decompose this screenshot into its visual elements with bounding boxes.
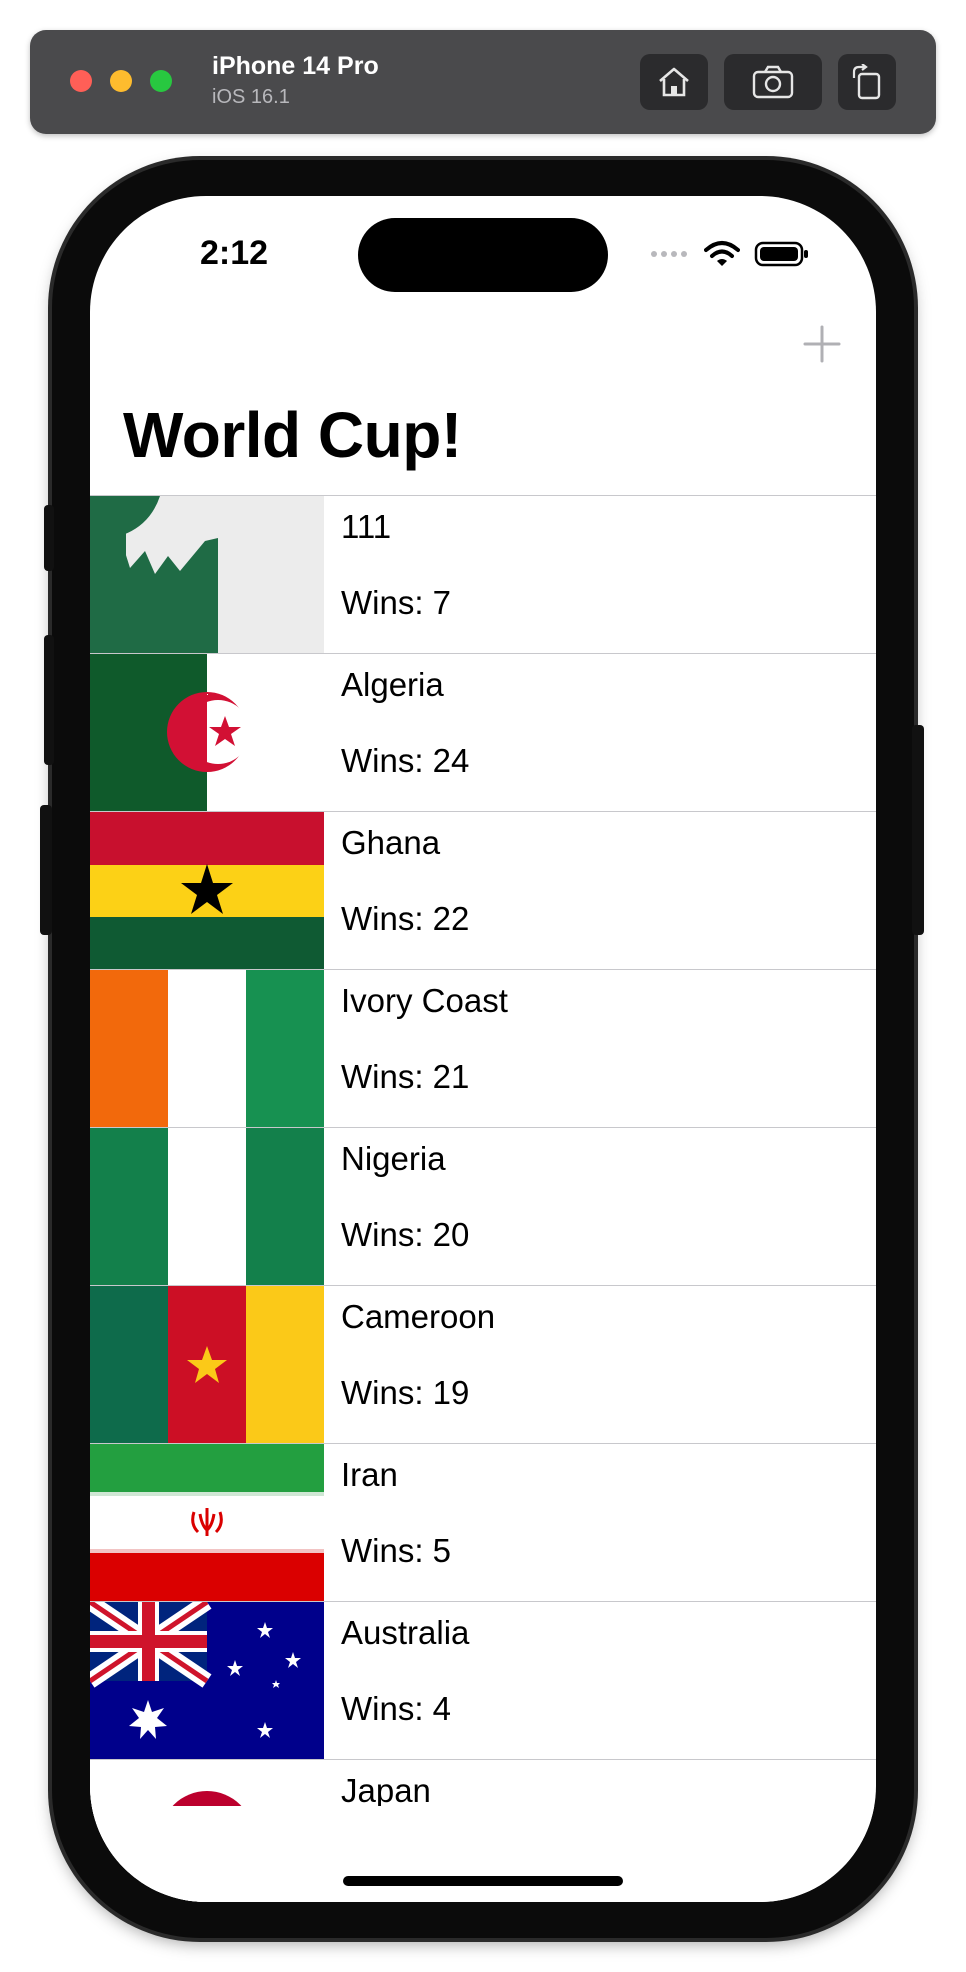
- team-name: Japan: [341, 1772, 431, 1809]
- signal-icon: [651, 251, 687, 257]
- home-button[interactable]: [640, 54, 708, 110]
- screenshot-icon: [752, 65, 794, 99]
- team-wins: Wins: 5: [341, 1532, 452, 1569]
- team-name: Cameroon: [341, 1298, 496, 1335]
- team-name: 111: [341, 508, 392, 545]
- team-wins: Wins: 19: [341, 1374, 470, 1411]
- volume-up-button: [44, 635, 54, 765]
- team-wins: Wins: 24: [341, 742, 470, 779]
- power-button: [912, 725, 924, 935]
- team-row[interactable]: 111 Wins: 7: [90, 496, 876, 654]
- team-wins: Wins: 4: [341, 1690, 452, 1727]
- rotate-button[interactable]: [838, 54, 896, 110]
- team-row[interactable]: Algeria Wins: 24: [90, 654, 876, 812]
- home-icon: [659, 67, 689, 97]
- team-list: 111 Wins: 7 Algeria Wins: 24 Ghana Wins:…: [90, 495, 876, 1902]
- flag-image: [90, 1602, 324, 1759]
- simulator-device-name: iPhone 14 Pro: [212, 52, 379, 80]
- team-wins: Wins: 20: [341, 1216, 470, 1253]
- team-wins: Wins: 22: [341, 900, 470, 937]
- page-title: World Cup!: [123, 399, 462, 471]
- action-button: [44, 505, 54, 571]
- wifi-icon: [704, 241, 740, 266]
- home-indicator-bar: [343, 1876, 623, 1886]
- team-row[interactable]: Nigeria Wins: 20: [90, 1128, 876, 1286]
- zoom-window-button[interactable]: [150, 70, 172, 92]
- plus-icon[interactable]: [802, 324, 842, 364]
- team-name: Australia: [341, 1614, 470, 1651]
- app-screen: 2:12 World Cup! 111 Wins: 7 Algeria Wins…: [90, 196, 876, 1902]
- flag-image: [90, 1444, 324, 1601]
- flag-image: [90, 812, 324, 969]
- flag-image: [90, 1286, 324, 1443]
- battery-icon: [754, 241, 808, 267]
- team-name: Algeria: [341, 666, 444, 703]
- status-icons: [650, 240, 810, 268]
- team-wins: Wins: 7: [341, 584, 452, 621]
- flag-image: [90, 970, 324, 1127]
- team-row[interactable]: Cameroon Wins: 19: [90, 1286, 876, 1444]
- team-name: Ghana: [341, 824, 441, 861]
- bottom-safe-area: [90, 1806, 876, 1902]
- team-name: Iran: [341, 1456, 398, 1493]
- status-time: 2:12: [200, 234, 269, 272]
- dynamic-island: [358, 218, 608, 292]
- screenshot-button[interactable]: [724, 54, 822, 110]
- flag-image: [90, 1128, 324, 1285]
- team-row[interactable]: Australia Wins: 4: [90, 1602, 876, 1760]
- team-wins: Wins: 21: [341, 1058, 470, 1095]
- rotate-icon: [852, 64, 881, 100]
- team-row[interactable]: Iran Wins: 5: [90, 1444, 876, 1602]
- team-row[interactable]: Ivory Coast Wins: 21: [90, 970, 876, 1128]
- volume-down-button: [40, 805, 52, 935]
- simulator-os-version: iOS 16.1: [212, 86, 290, 108]
- close-window-button[interactable]: [70, 70, 92, 92]
- team-name: Nigeria: [341, 1140, 446, 1177]
- flag-image: [90, 654, 324, 811]
- team-name: Ivory Coast: [341, 982, 508, 1019]
- flag-image: [90, 496, 324, 653]
- team-row[interactable]: Ghana Wins: 22: [90, 812, 876, 970]
- minimize-window-button[interactable]: [110, 70, 132, 92]
